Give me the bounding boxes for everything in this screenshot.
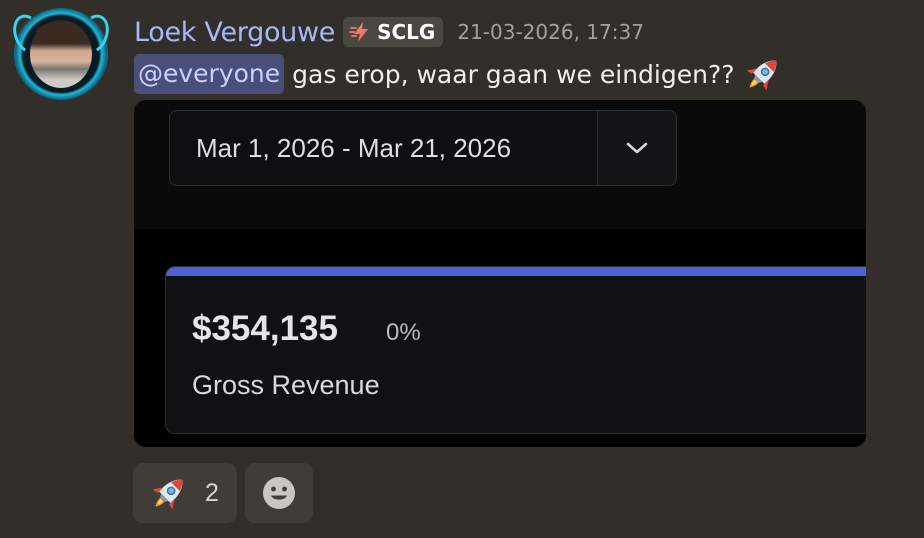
timestamp: 21-03-2026, 17:37 [457, 20, 644, 44]
avatar[interactable] [8, 8, 114, 100]
chat-message: Loek Vergouwe SCLG 21-03-2026, 17:37 @ev… [0, 0, 924, 538]
message-content: @everyone gas erop, waar gaan we eindige… [134, 52, 785, 96]
avatar-hair [36, 22, 84, 44]
message-text: gas erop, waar gaan we eindigen?? [292, 59, 735, 89]
reaction-rocket[interactable]: 2 [133, 463, 237, 523]
username[interactable]: Loek Vergouwe [134, 17, 335, 48]
guild-tag-label: SCLG [377, 20, 436, 44]
metric-change: 0% [386, 319, 421, 346]
date-range-picker[interactable]: Mar 1, 2026 - Mar 21, 2026 [169, 110, 677, 186]
lightning-bolt-icon [349, 22, 369, 42]
date-range-value[interactable]: Mar 1, 2026 - Mar 21, 2026 [170, 111, 598, 185]
chevron-down-icon [626, 142, 648, 154]
date-range-dropdown-button[interactable] [598, 111, 676, 185]
add-reaction-button[interactable] [245, 463, 313, 523]
embedded-image[interactable]: Mar 1, 2026 - Mar 21, 2026 $354,135 0% G… [134, 100, 866, 447]
message-header: Loek Vergouwe SCLG 21-03-2026, 17:37 [134, 12, 644, 52]
reaction-count: 2 [205, 478, 219, 507]
rocket-icon [152, 479, 183, 510]
metric-label: Gross Revenue [192, 370, 380, 400]
rocket-icon [746, 60, 776, 91]
metric-value: $354,135 [192, 309, 338, 348]
card-accent-bar [166, 267, 866, 276]
guild-tag[interactable]: SCLG [343, 17, 444, 47]
reactions-bar: 2 [133, 463, 313, 523]
gross-revenue-card: $354,135 0% Gross Revenue [165, 266, 866, 434]
metrics-panel: $354,135 0% Gross Revenue [134, 229, 866, 447]
mention-everyone[interactable]: @everyone [134, 54, 285, 94]
smiley-icon [263, 477, 295, 509]
